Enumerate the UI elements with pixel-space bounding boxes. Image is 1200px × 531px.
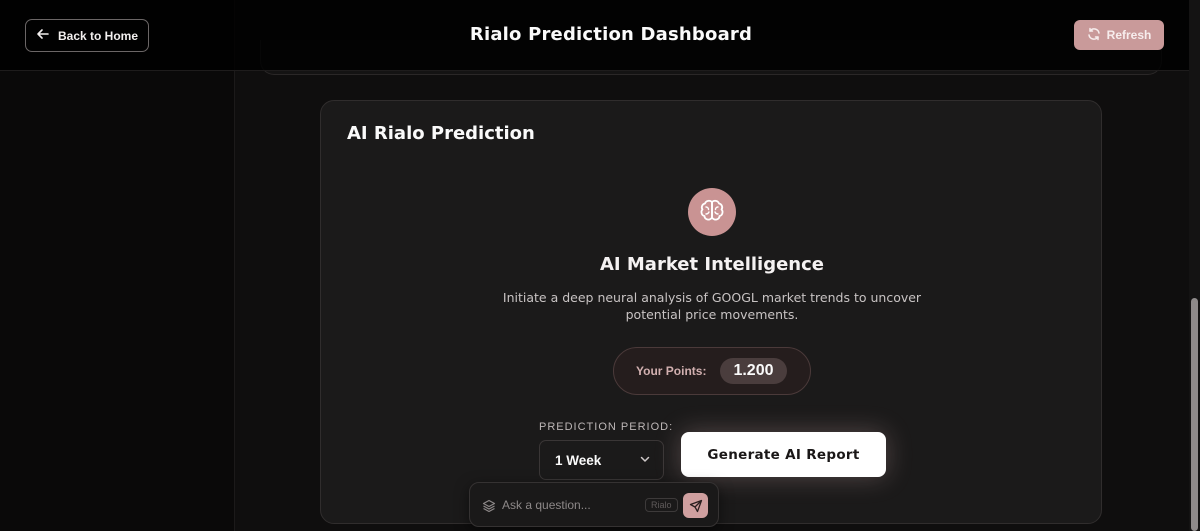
top-bar: Back to Home Rialo Prediction Dashboard … xyxy=(0,0,1189,71)
ask-question-bar: Rialo xyxy=(469,482,719,527)
section-heading: AI Market Intelligence xyxy=(599,254,824,275)
generate-ai-report-button[interactable]: Generate AI Report xyxy=(681,432,886,477)
refresh-button[interactable]: Refresh xyxy=(1074,20,1164,50)
points-value: 1.200 xyxy=(720,358,787,384)
points-label: Your Points: xyxy=(636,364,707,378)
send-icon[interactable] xyxy=(683,493,708,518)
ask-question-input[interactable] xyxy=(502,494,642,516)
generate-ai-report-label: Generate AI Report xyxy=(707,446,860,463)
scrollbar[interactable] xyxy=(1189,0,1200,531)
scrollbar-thumb[interactable] xyxy=(1191,298,1198,531)
refresh-icon xyxy=(1087,27,1101,44)
prediction-period-select[interactable]: 1 Week xyxy=(539,440,664,480)
rialo-tag: Rialo xyxy=(645,498,678,512)
chevron-down-icon xyxy=(639,453,651,468)
page-title: Rialo Prediction Dashboard xyxy=(469,24,753,45)
refresh-label: Refresh xyxy=(1106,28,1152,42)
prediction-period-value: 1 Week xyxy=(555,452,602,468)
description-text: Initiate a deep neural analysis of GOOGL… xyxy=(502,290,922,322)
card-title: AI Rialo Prediction xyxy=(347,123,535,144)
sidebar xyxy=(0,0,235,531)
layers-icon xyxy=(482,498,496,517)
brain-icon xyxy=(688,188,736,236)
points-badge: Your Points: 1.200 xyxy=(613,347,811,395)
prediction-period-label: PREDICTION PERIOD: xyxy=(539,421,674,433)
ai-prediction-card: AI Rialo Prediction AI Market Intelligen… xyxy=(320,100,1102,524)
